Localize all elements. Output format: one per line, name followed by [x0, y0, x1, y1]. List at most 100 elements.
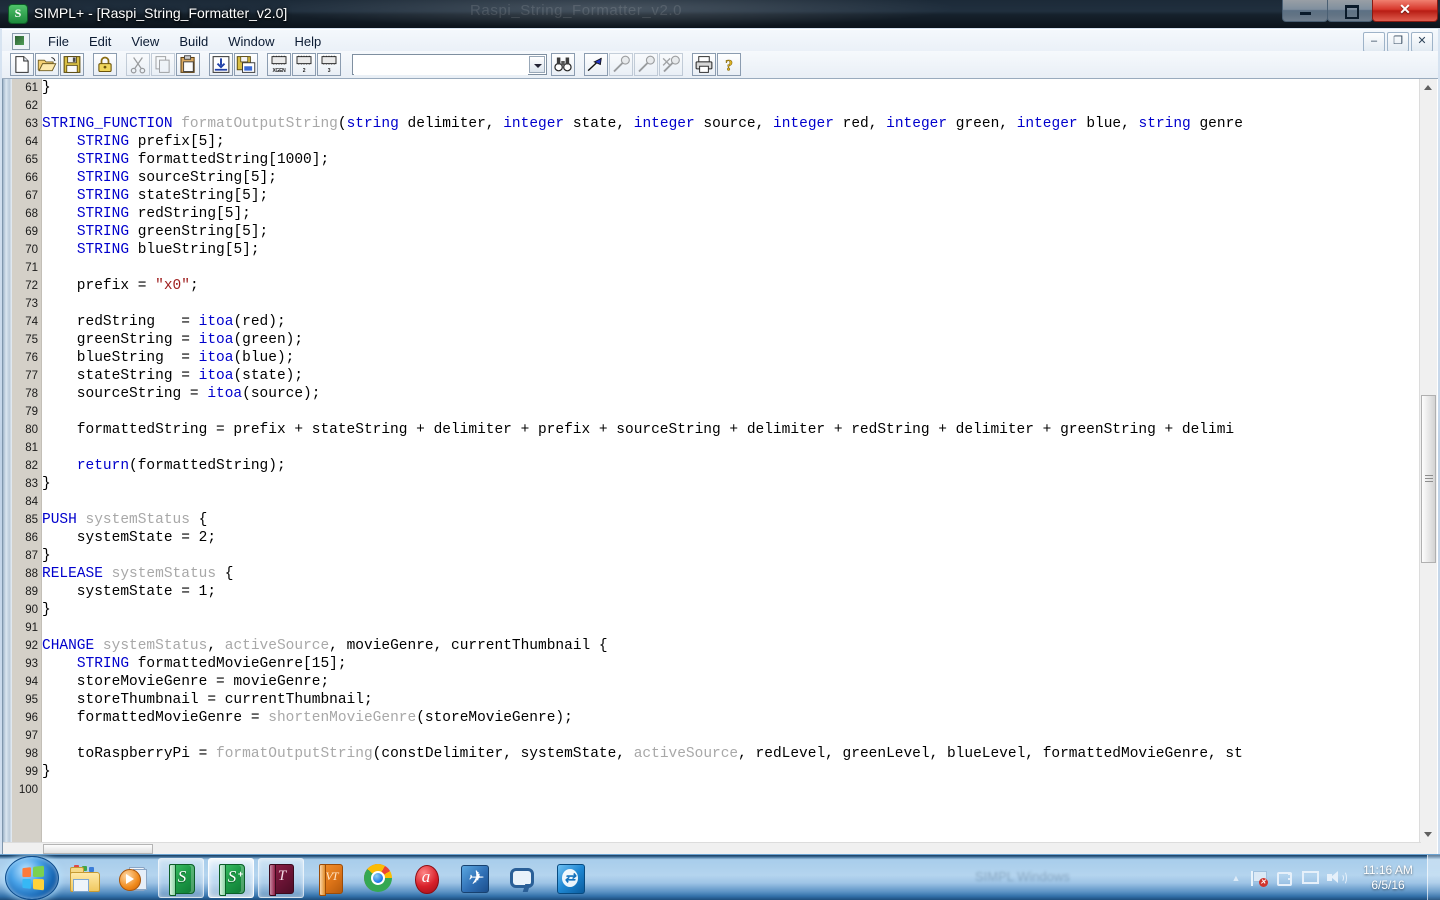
- code-line[interactable]: sourceString = itoa(source);: [42, 385, 1415, 403]
- horizontal-scrollbar-thumb[interactable]: [43, 844, 153, 854]
- code-line[interactable]: STRING sourceString[5];: [42, 169, 1415, 187]
- code-line[interactable]: STRING formattedString[1000];: [42, 151, 1415, 169]
- code-line[interactable]: prefix = "x0";: [42, 277, 1415, 295]
- save-file-button[interactable]: [60, 53, 84, 76]
- code-line[interactable]: RELEASE systemStatus {: [42, 565, 1415, 583]
- code-line[interactable]: }: [42, 601, 1415, 619]
- code-line[interactable]: formattedString = prefix + stateString +…: [42, 421, 1415, 439]
- code-line[interactable]: [42, 97, 1415, 115]
- code-line[interactable]: }: [42, 79, 1415, 97]
- compile-series3-button[interactable]: 3: [317, 53, 341, 76]
- help-button[interactable]: ?: [717, 53, 741, 76]
- code-line[interactable]: STRING stateString[5];: [42, 187, 1415, 205]
- code-text-area[interactable]: } STRING_FUNCTION formatOutputString(str…: [42, 79, 1415, 843]
- code-line[interactable]: [42, 727, 1415, 745]
- taskbar-teamviewer[interactable]: ⇄: [548, 859, 592, 897]
- paste-button[interactable]: [176, 53, 200, 76]
- import-button[interactable]: [209, 53, 233, 76]
- scroll-up-button[interactable]: [1420, 79, 1437, 96]
- code-line[interactable]: [42, 619, 1415, 637]
- chevron-down-icon[interactable]: [529, 56, 545, 73]
- code-line[interactable]: formattedMovieGenre = shortenMovieGenre(…: [42, 709, 1415, 727]
- save-all-button[interactable]: [234, 53, 258, 76]
- document-system-icon[interactable]: [12, 32, 30, 50]
- window-minimize-button[interactable]: [1282, 0, 1328, 22]
- code-line[interactable]: STRING greenString[5];: [42, 223, 1415, 241]
- code-line[interactable]: [42, 439, 1415, 457]
- taskbar-toolbox[interactable]: T: [258, 857, 304, 898]
- taskbar-amazon[interactable]: a: [404, 859, 448, 897]
- code-line[interactable]: }: [42, 475, 1415, 493]
- vertical-scrollbar-thumb[interactable]: [1421, 395, 1436, 564]
- code-line[interactable]: }: [42, 547, 1415, 565]
- debug-step2-button[interactable]: [634, 53, 658, 76]
- code-line[interactable]: greenString = itoa(green);: [42, 331, 1415, 349]
- code-line[interactable]: systemState = 2;: [42, 529, 1415, 547]
- taskbar-explorer[interactable]: [62, 859, 106, 897]
- print-button[interactable]: [692, 53, 716, 76]
- new-file-button[interactable]: [10, 53, 34, 76]
- code-line[interactable]: [42, 295, 1415, 313]
- code-line[interactable]: STRING blueString[5];: [42, 241, 1415, 259]
- code-line[interactable]: STRING prefix[5];: [42, 133, 1415, 151]
- taskbar-simpl[interactable]: S: [158, 857, 204, 898]
- window-maximize-button[interactable]: [1327, 0, 1373, 22]
- search-input[interactable]: [354, 56, 528, 75]
- mdi-restore-button[interactable]: ❐: [1387, 32, 1409, 52]
- menu-build[interactable]: Build: [170, 32, 217, 51]
- debug-stop-button[interactable]: [659, 53, 683, 76]
- code-line[interactable]: [42, 493, 1415, 511]
- window-close-button[interactable]: ✕: [1372, 0, 1438, 22]
- cut-button[interactable]: [126, 53, 150, 76]
- code-line[interactable]: toRaspberryPi = formatOutputString(const…: [42, 745, 1415, 763]
- vertical-scrollbar[interactable]: [1419, 79, 1437, 843]
- taskbar-simplplus[interactable]: S +: [208, 857, 254, 898]
- find-button[interactable]: [551, 53, 575, 76]
- menu-edit[interactable]: Edit: [80, 32, 120, 51]
- taskbar-media[interactable]: [110, 859, 154, 897]
- taskbar-chrome[interactable]: [356, 859, 400, 897]
- code-line[interactable]: STRING_FUNCTION formatOutputString(strin…: [42, 115, 1415, 133]
- taskbar-q[interactable]: [500, 859, 544, 897]
- code-line[interactable]: STRING redString[5];: [42, 205, 1415, 223]
- code-line[interactable]: [42, 259, 1415, 277]
- clock[interactable]: 11:16 AM 6/5/16: [1349, 863, 1427, 893]
- menu-window[interactable]: Window: [219, 32, 283, 51]
- action-center-button[interactable]: ✕: [1246, 864, 1270, 892]
- taskbar-vt[interactable]: VT: [308, 859, 352, 897]
- menu-help[interactable]: Help: [285, 32, 330, 51]
- copy-button[interactable]: [151, 53, 175, 76]
- code-line[interactable]: [42, 403, 1415, 421]
- code-line[interactable]: return(formattedString);: [42, 457, 1415, 475]
- show-hidden-icons-button[interactable]: ▲: [1227, 864, 1245, 892]
- compile-xgen-button[interactable]: XGEN: [267, 53, 291, 76]
- debug-step-button[interactable]: [609, 53, 633, 76]
- code-line[interactable]: stateString = itoa(state);: [42, 367, 1415, 385]
- search-combo[interactable]: [352, 54, 547, 75]
- code-line[interactable]: STRING formattedMovieGenre[15];: [42, 655, 1415, 673]
- scroll-down-button[interactable]: [1420, 826, 1437, 843]
- code-line[interactable]: [42, 781, 1415, 799]
- code-line[interactable]: blueString = itoa(blue);: [42, 349, 1415, 367]
- code-line[interactable]: PUSH systemStatus {: [42, 511, 1415, 529]
- menu-file[interactable]: File: [39, 32, 78, 51]
- open-file-button[interactable]: [35, 53, 59, 76]
- mdi-close-button[interactable]: ✕: [1411, 32, 1433, 52]
- debug-run-button[interactable]: [584, 53, 608, 76]
- code-line[interactable]: storeMovieGenre = movieGenre;: [42, 673, 1415, 691]
- compile-series2-button[interactable]: 2: [292, 53, 316, 76]
- start-button[interactable]: [5, 856, 59, 900]
- menu-view[interactable]: View: [122, 32, 168, 51]
- taskbar-airplane[interactable]: ✈: [452, 859, 496, 897]
- code-line[interactable]: redString = itoa(red);: [42, 313, 1415, 331]
- volume-button[interactable]: [1324, 864, 1348, 892]
- display-button[interactable]: [1298, 864, 1322, 892]
- code-line[interactable]: systemState = 1;: [42, 583, 1415, 601]
- show-desktop-button[interactable]: [1427, 855, 1440, 900]
- mdi-minimize-button[interactable]: –: [1363, 32, 1385, 52]
- code-editor[interactable]: 61 62 63 64 65 66 67 68 69 70 71 72 73 74 75 76 77 78 79 80…: [3, 79, 1438, 855]
- lock-button[interactable]: [93, 53, 117, 76]
- title-bar[interactable]: S SIMPL+ - [Raspi_String_Formatter_v2.0]…: [0, 0, 1440, 28]
- code-line[interactable]: CHANGE systemStatus, activeSource, movie…: [42, 637, 1415, 655]
- code-line[interactable]: }: [42, 763, 1415, 781]
